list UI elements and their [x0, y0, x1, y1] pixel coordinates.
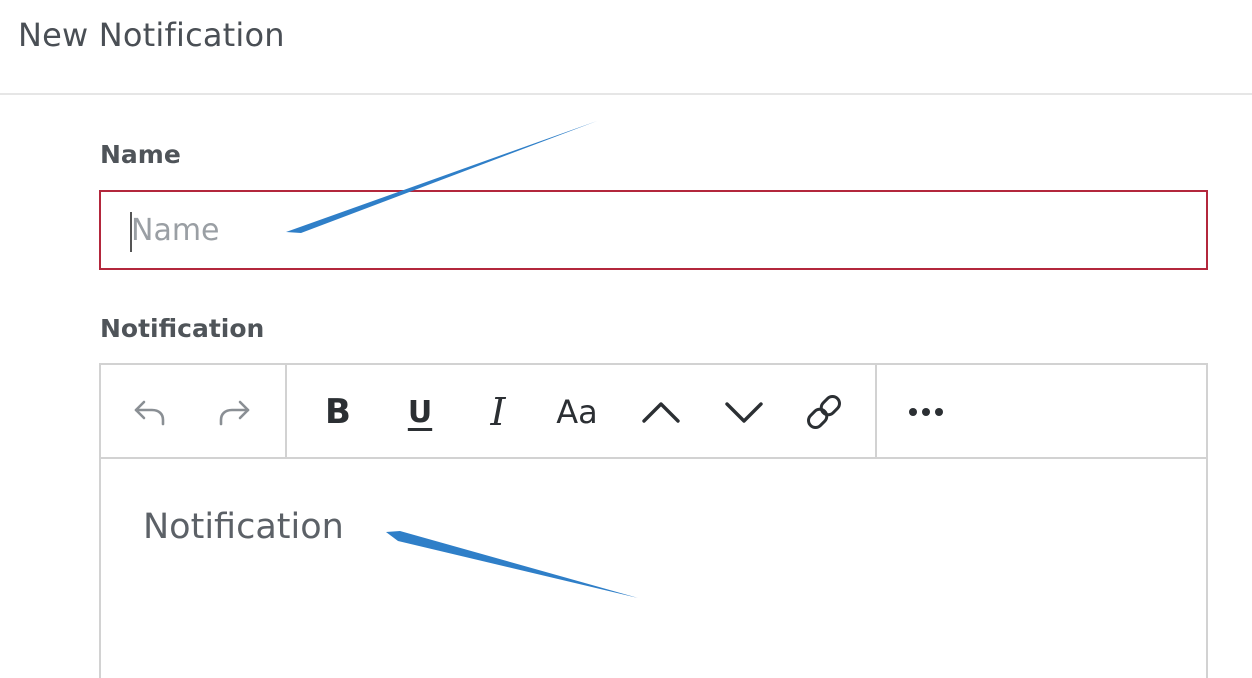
page-header: New Notification	[0, 0, 1252, 95]
editor-placeholder: Notification	[143, 507, 344, 547]
font-size-button[interactable]: Aa	[552, 385, 602, 439]
move-down-button[interactable]	[719, 385, 769, 439]
undo-icon	[134, 400, 165, 426]
new-notification-page: New Notification Name Notification B	[0, 0, 1252, 678]
bold-button[interactable]: B	[313, 385, 363, 439]
link-icon	[807, 395, 841, 429]
move-up-button[interactable]	[636, 385, 686, 439]
editor-toolbar: B U I Aa	[101, 365, 1206, 459]
underline-icon: U	[407, 394, 433, 430]
link-button[interactable]	[799, 385, 849, 439]
toolbar-separator	[875, 365, 877, 457]
font-size-icon: Aa	[556, 393, 598, 431]
redo-button[interactable]	[209, 385, 259, 439]
more-button[interactable]	[901, 385, 951, 439]
more-icon	[909, 408, 943, 416]
chevron-down-icon	[725, 402, 763, 423]
underline-button[interactable]: U	[395, 385, 445, 439]
name-input[interactable]	[99, 190, 1208, 270]
text-caret	[130, 212, 132, 252]
undo-button[interactable]	[125, 385, 175, 439]
italic-icon: I	[490, 390, 506, 434]
name-label: Name	[100, 140, 181, 169]
italic-button[interactable]: I	[473, 385, 523, 439]
redo-icon	[219, 400, 250, 426]
notification-label: Notification	[100, 314, 265, 343]
page-title: New Notification	[18, 16, 285, 54]
bold-icon: B	[325, 392, 351, 432]
chevron-up-icon	[642, 402, 680, 423]
notification-editor[interactable]: B U I Aa Notification	[99, 363, 1208, 678]
toolbar-separator	[285, 365, 287, 457]
